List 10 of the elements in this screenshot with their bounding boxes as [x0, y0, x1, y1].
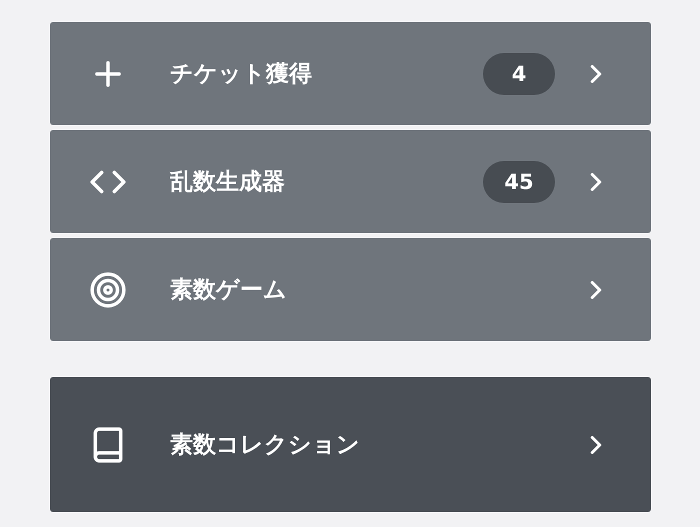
- menu-label: 乱数生成器: [170, 168, 286, 197]
- menu-label: 素数ゲーム: [170, 276, 288, 305]
- count-badge: 45: [483, 160, 555, 202]
- menu-label: チケット獲得: [170, 60, 313, 89]
- target-icon: [89, 270, 127, 308]
- menu-label: 素数コレクション: [170, 431, 361, 460]
- count-badge: 4: [483, 52, 555, 94]
- menu-item[interactable]: チケット獲得 4: [50, 22, 651, 125]
- menu-item[interactable]: 乱数生成器 45: [50, 130, 651, 233]
- menu-item[interactable]: 素数ゲーム: [50, 238, 651, 341]
